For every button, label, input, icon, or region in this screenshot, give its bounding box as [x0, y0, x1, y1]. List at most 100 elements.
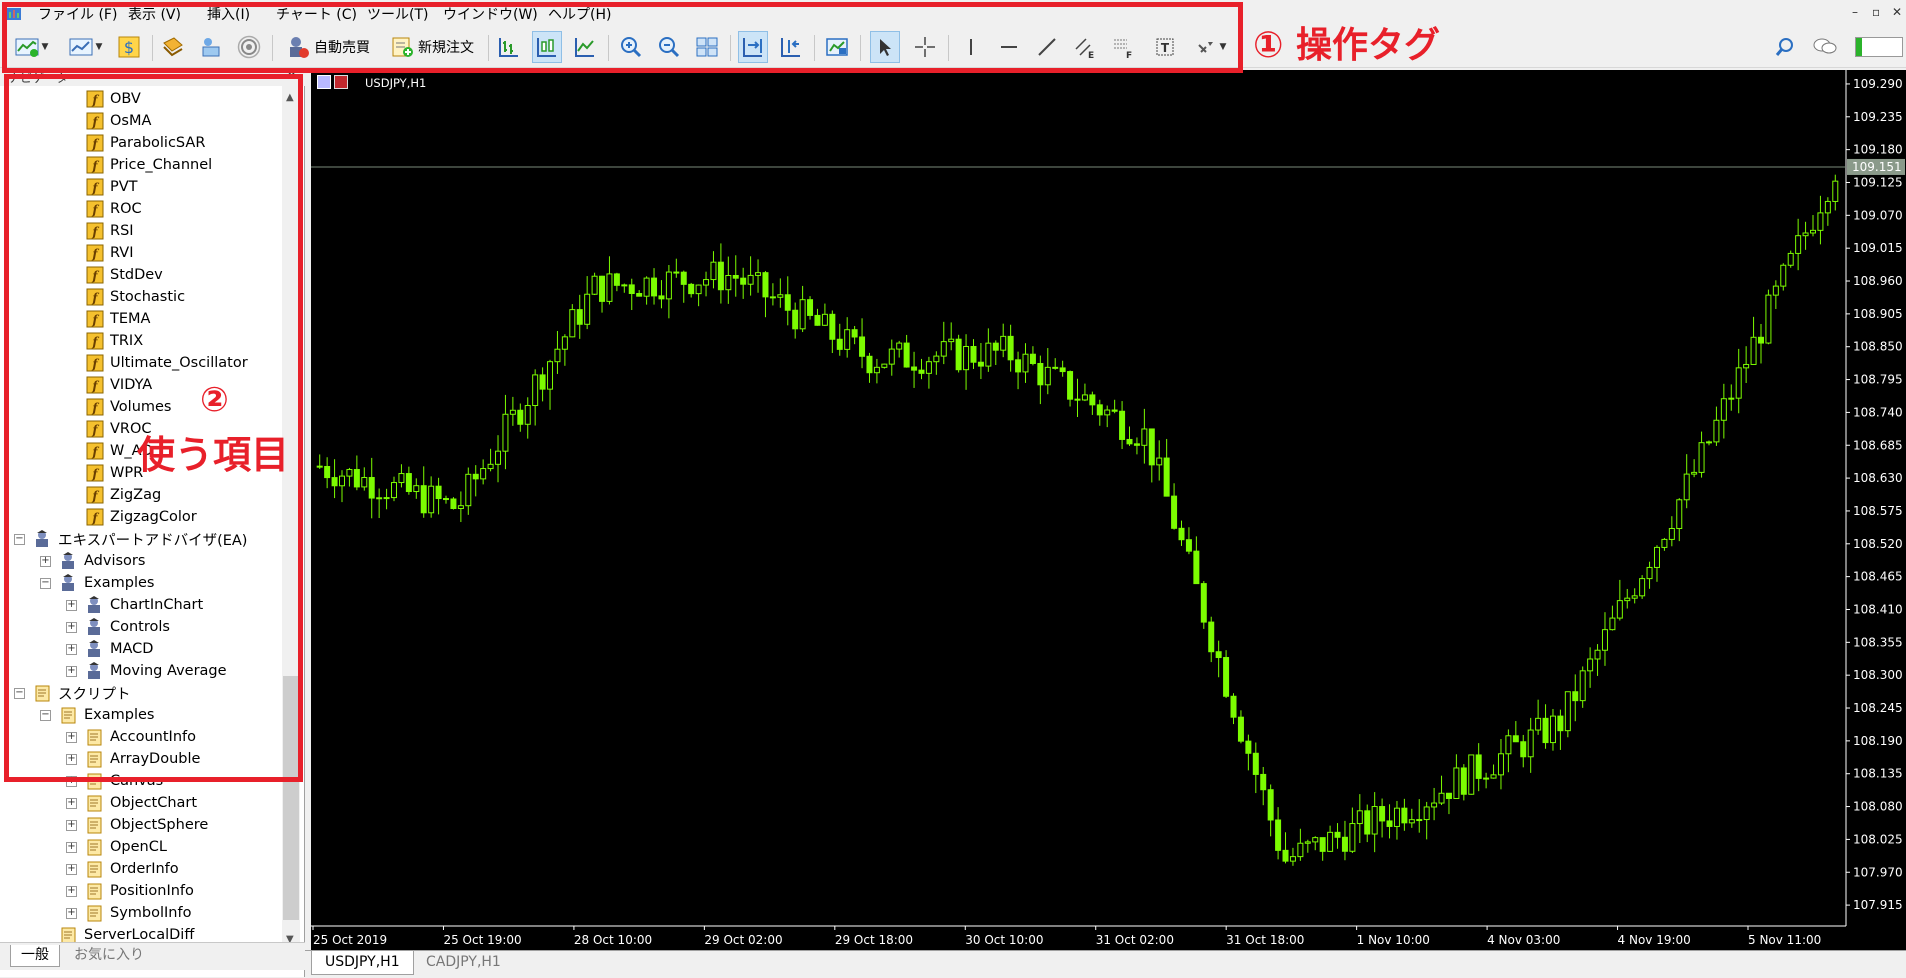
candle-body [1438, 792, 1445, 804]
candle-body [680, 271, 687, 285]
chart-window[interactable]: 109.290 109.235 109.180 109.125 109.070 109.0… [311, 70, 1906, 950]
candle-body [1445, 792, 1452, 799]
candle-body [509, 409, 516, 415]
candle-body [747, 274, 754, 285]
tree-item-label: ObjectChart [110, 795, 198, 811]
tab-usdjpy-h1[interactable]: USDJPY,H1 [311, 951, 414, 975]
candle-body [339, 475, 346, 487]
script-icon [87, 883, 102, 900]
candle-body [1044, 366, 1051, 386]
annotation-label-2-number: ② [200, 380, 229, 420]
candle-body [1022, 353, 1029, 373]
candle-body [1743, 363, 1750, 369]
expand-icon[interactable]: + [66, 798, 77, 809]
candle-body [1007, 335, 1014, 361]
tree-item[interactable]: OrderInfo [86, 858, 179, 880]
candle-body [1141, 428, 1148, 446]
candle-body [1780, 264, 1787, 287]
candle-body [762, 272, 769, 298]
expand-icon[interactable]: + [66, 864, 77, 875]
candle-body [599, 275, 606, 302]
price-tick-label: 108.465 [1853, 570, 1903, 584]
price-tick-label: 109.125 [1853, 175, 1903, 189]
price-tick-label: 107.915 [1853, 898, 1903, 912]
candle-body [1676, 499, 1683, 530]
price-tick-label: 108.355 [1853, 635, 1903, 649]
chart-tabs: USDJPY,H1 CADJPY,H1 [305, 950, 1906, 978]
candle-body [1795, 235, 1802, 254]
price-tick-label: 108.960 [1853, 274, 1903, 288]
tab-general[interactable]: 一般 [10, 945, 60, 967]
candle-body [391, 482, 398, 499]
annotation-box-toolbar [2, 2, 1243, 73]
candle-body [1817, 212, 1824, 231]
tree-item[interactable]: SymbolInfo [86, 902, 191, 924]
candle-body [1594, 649, 1601, 660]
candle-body [814, 314, 821, 326]
candle-body [717, 261, 724, 291]
candle-body [1000, 335, 1007, 351]
candle-body [361, 477, 368, 488]
close-window-icon[interactable]: ✕ [1892, 5, 1902, 19]
time-tick-label: 25 Oct 19:00 [443, 933, 521, 947]
candle-body [1319, 837, 1326, 852]
price-tick-label: 108.630 [1853, 471, 1903, 485]
search-button[interactable] [1770, 31, 1800, 63]
tree-item[interactable]: ObjectChart [86, 792, 197, 814]
candle-body [613, 273, 620, 286]
candle-body [1015, 359, 1022, 373]
candle-body [428, 485, 435, 514]
candle-body [1230, 695, 1237, 718]
candle-body [1275, 819, 1282, 851]
candle-body [963, 346, 970, 371]
candle-body [1215, 651, 1222, 659]
expand-icon[interactable]: + [66, 886, 77, 897]
price-tick-label: 108.080 [1853, 800, 1903, 814]
time-tick-label: 4 Nov 19:00 [1618, 933, 1691, 947]
candlestick-chart[interactable]: 109.290 109.235 109.180 109.125 109.070 109.0… [311, 70, 1906, 950]
candle-body [740, 277, 747, 285]
candle-body [368, 477, 375, 499]
candle-body [881, 363, 888, 368]
candle-body [1081, 394, 1088, 401]
tab-cadjpy-h1[interactable]: CADJPY,H1 [413, 951, 514, 975]
tab-favorites[interactable]: お気に入り [64, 945, 154, 967]
candle-body [710, 261, 717, 281]
candle-body [1683, 473, 1690, 501]
time-tick-label: 1 Nov 10:00 [1357, 933, 1430, 947]
candle-body [1512, 735, 1519, 743]
candle-body [1237, 716, 1244, 742]
current-price-label: 109.151 [1852, 160, 1902, 174]
candle-body [1698, 442, 1705, 473]
tree-item[interactable]: ObjectSphere [86, 814, 208, 836]
candle-body [1133, 443, 1140, 446]
candle-body [1052, 366, 1059, 369]
annotation-label-2-text: 使う項目 [137, 433, 290, 477]
expand-icon[interactable]: + [66, 820, 77, 831]
candle-body [480, 468, 487, 480]
expand-icon[interactable]: + [66, 908, 77, 919]
candle-body [1193, 550, 1200, 585]
candle-body [1208, 621, 1215, 653]
expand-icon[interactable]: + [66, 842, 77, 853]
candle-body [1223, 657, 1230, 697]
candle-body [1639, 578, 1646, 597]
tree-item[interactable]: PositionInfo [86, 880, 194, 902]
time-tick-label: 30 Oct 10:00 [965, 933, 1043, 947]
price-tick-label: 109.235 [1853, 110, 1903, 124]
price-tick-label: 109.015 [1853, 241, 1903, 255]
candle-body [1119, 410, 1126, 440]
minimize-icon[interactable]: – [1852, 5, 1858, 19]
candle-body [911, 366, 918, 371]
chat-button[interactable] [1810, 31, 1840, 63]
script-icon [87, 861, 102, 878]
candle-body [472, 473, 479, 480]
candle-body [1089, 394, 1096, 406]
restore-icon[interactable]: ▫ [1872, 5, 1880, 19]
candle-body [1691, 471, 1698, 475]
candle-body [569, 309, 576, 338]
candle-body [621, 284, 628, 287]
tree-item[interactable]: OpenCL [86, 836, 167, 858]
candle-body [420, 485, 427, 514]
candle-body [948, 338, 955, 343]
